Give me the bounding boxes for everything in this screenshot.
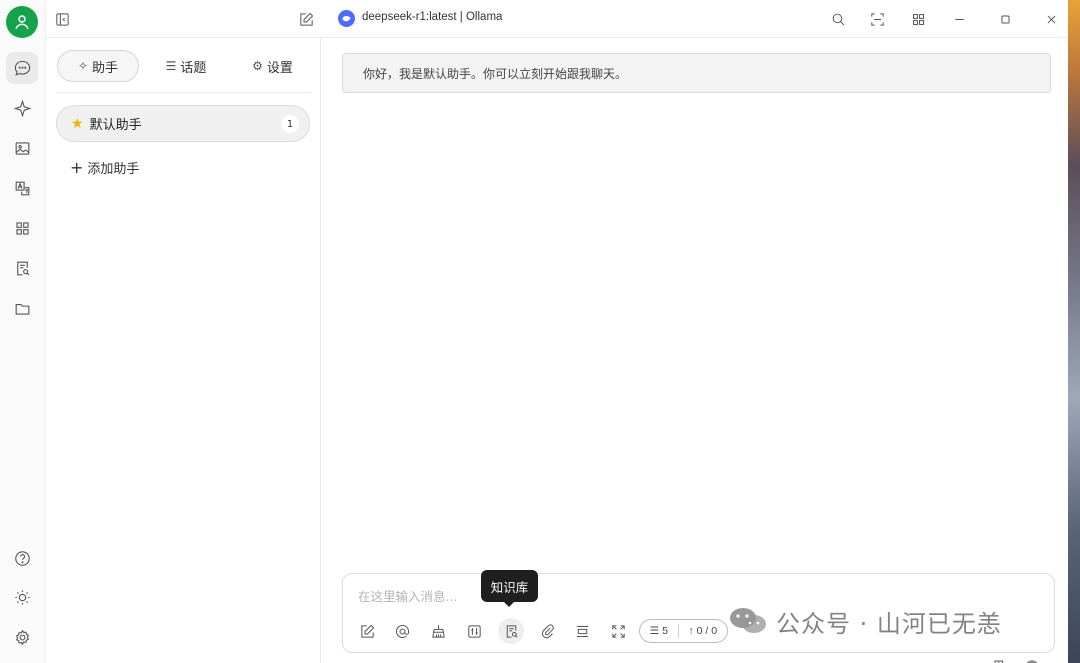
token-count: 0 / 0	[696, 625, 718, 637]
apps-icon	[912, 13, 924, 25]
new-chat-button[interactable]	[296, 9, 316, 29]
desktop-background-strip	[1068, 0, 1080, 663]
rail-apps-button[interactable]	[6, 212, 38, 244]
star-icon: ★	[71, 115, 84, 132]
message-input[interactable]: 在这里输入消息...	[358, 586, 457, 605]
panel-tabs: ✧ 助手 ☰ 话题 ⚙ 设置	[56, 50, 311, 82]
clear-context-button[interactable]	[425, 618, 451, 644]
user-icon	[15, 15, 29, 30]
close-button[interactable]	[1041, 9, 1061, 29]
plus-icon: +	[70, 158, 84, 177]
knowledge-icon	[16, 261, 29, 275]
tab-assistant[interactable]: ✧ 助手	[57, 50, 139, 82]
image-icon	[15, 141, 29, 155]
new-topic-button[interactable]	[354, 618, 380, 644]
top-bar: deepseek-r1:latest | Ollama	[46, 0, 1068, 38]
sliders-icon	[467, 624, 481, 638]
search-button[interactable]	[828, 9, 848, 29]
collapse-button[interactable]	[569, 618, 595, 644]
collapse-icon	[576, 625, 588, 637]
knowledge-base-tooltip: 知识库	[481, 570, 538, 607]
app-window: deepseek-r1:latest | Ollama ✧ 助手 ☰ 话题 ⚙ …	[0, 0, 1068, 663]
watermark: 公众号 · 山河已无恙	[728, 604, 1002, 638]
maximize-button[interactable]	[995, 9, 1015, 29]
knowledge-icon	[506, 624, 518, 638]
token-count-segment: ↑ 0 / 0	[679, 620, 727, 642]
arrow-up-icon: ↑	[688, 625, 694, 637]
expand-button[interactable]	[605, 618, 631, 644]
avatar[interactable]	[6, 6, 38, 38]
list-icon: ☰	[165, 59, 177, 73]
translate-input-button[interactable]	[989, 655, 1013, 663]
assistant-panel: ✧ 助手 ☰ 话题 ⚙ 设置 ★ 默认助手 1 + 添加助手	[46, 38, 321, 663]
add-assistant-label: 添加助手	[87, 162, 140, 177]
mention-model-button[interactable]	[389, 618, 415, 644]
translate-icon	[15, 181, 29, 195]
tab-topics-label: 话题	[180, 60, 207, 76]
sidebar-toggle-icon	[55, 12, 69, 26]
add-assistant-button[interactable]: + 添加助手	[70, 158, 139, 177]
theme-icon	[14, 589, 30, 605]
list-icon: ☰	[649, 625, 660, 637]
at-icon	[395, 624, 409, 638]
mini-apps-button[interactable]	[908, 9, 928, 29]
context-count-segment: ☰ 5	[640, 620, 678, 642]
sparkle-icon	[13, 99, 31, 117]
edit-icon	[360, 624, 374, 638]
broom-icon	[431, 624, 445, 638]
sidebar-toggle-button[interactable]	[52, 9, 72, 29]
rail-help-button[interactable]	[6, 542, 38, 574]
tab-settings[interactable]: ⚙ 设置	[234, 50, 311, 82]
chat-icon	[14, 60, 30, 76]
settings-icon	[15, 629, 29, 645]
rail-theme-button[interactable]	[6, 581, 38, 613]
rail-settings-button[interactable]	[6, 621, 38, 653]
rail-files-button[interactable]	[6, 292, 38, 324]
send-button[interactable]	[1020, 655, 1044, 663]
paperclip-icon	[541, 623, 554, 638]
watermark-text: 公众号 · 山河已无恙	[776, 609, 1002, 638]
maximize-icon	[1000, 14, 1010, 24]
model-logo-icon	[338, 10, 355, 27]
wechat-icon	[730, 608, 766, 633]
settings-sliders-button[interactable]	[461, 618, 487, 644]
rail-agents-button[interactable]	[6, 92, 38, 124]
scan-button[interactable]	[867, 9, 887, 29]
context-count: 5	[662, 625, 668, 637]
edit-icon	[299, 12, 313, 26]
assistant-name: 默认助手	[89, 118, 142, 133]
context-token-pill[interactable]: ☰ 5 ↑ 0 / 0	[639, 619, 728, 643]
gear-icon: ⚙	[252, 59, 263, 73]
whale-icon	[342, 16, 351, 22]
minimize-icon	[954, 18, 964, 20]
tab-topics[interactable]: ☰ 话题	[146, 50, 226, 82]
expand-icon	[611, 624, 625, 638]
rail-knowledge-button[interactable]	[6, 252, 38, 284]
send-icon	[1026, 660, 1038, 663]
left-rail	[0, 0, 46, 663]
tab-settings-label: 设置	[266, 60, 293, 76]
help-icon	[14, 550, 30, 566]
scan-icon	[870, 12, 884, 26]
rail-painting-button[interactable]	[6, 132, 38, 164]
folder-icon	[15, 303, 29, 315]
translate-icon	[994, 660, 1004, 663]
chat-area: 你好，我是默认助手。你可以立刻开始跟我聊天。 在这里输入消息... ☰ 5 ↑ …	[321, 38, 1068, 663]
tab-assistant-label: 助手	[92, 60, 119, 76]
model-title[interactable]: deepseek-r1:latest | Ollama	[362, 11, 502, 23]
sparkle-icon: ✧	[77, 59, 89, 73]
panel-divider	[56, 92, 311, 93]
greeting-message: 你好，我是默认助手。你可以立刻开始跟我聊天。	[342, 53, 1051, 93]
assistant-item-default[interactable]: ★ 默认助手 1	[56, 105, 310, 142]
search-icon	[832, 13, 845, 26]
close-icon	[1047, 15, 1055, 23]
knowledge-base-button[interactable]	[498, 618, 524, 644]
apps-icon	[15, 221, 29, 235]
minimize-button[interactable]	[949, 9, 969, 29]
attach-button[interactable]	[534, 618, 560, 644]
rail-translate-button[interactable]	[6, 172, 38, 204]
topic-count-badge: 1	[281, 115, 299, 133]
rail-chat-button[interactable]	[6, 52, 38, 84]
